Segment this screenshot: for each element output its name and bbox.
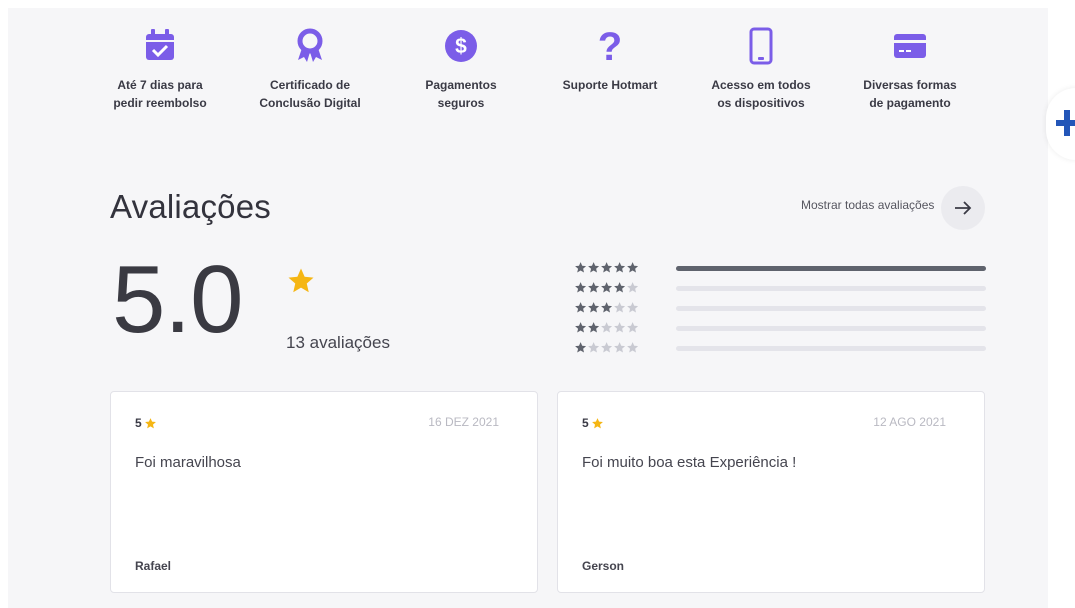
star-icon bbox=[591, 417, 603, 428]
distribution-bar bbox=[676, 266, 986, 271]
distribution-bar bbox=[676, 286, 986, 291]
stars-icon bbox=[575, 262, 639, 273]
show-all-reviews-button[interactable] bbox=[941, 186, 985, 230]
review-rating-value: 5 bbox=[135, 416, 142, 430]
award-ribbon-icon bbox=[297, 28, 323, 62]
star-icon bbox=[144, 417, 156, 428]
distribution-row-2 bbox=[574, 319, 994, 339]
feature-label: Pagamentos seguros bbox=[425, 78, 497, 110]
average-rating: 5.0 bbox=[112, 246, 243, 353]
feature-label: Acesso em todos os dispositivos bbox=[711, 78, 811, 110]
stars-icon bbox=[575, 282, 639, 293]
review-rating: 5 bbox=[135, 416, 157, 430]
feature-label: Diversas formas de pagamento bbox=[863, 78, 957, 110]
smartphone-icon bbox=[749, 27, 773, 65]
svg-text:?: ? bbox=[598, 26, 622, 66]
feature-secure-payment: $ Pagamentos seguros bbox=[386, 26, 536, 112]
stars-icon bbox=[575, 322, 639, 333]
distribution-bar-fill bbox=[676, 266, 986, 271]
feature-payment-methods: Diversas formas de pagamento bbox=[835, 26, 985, 112]
reviews-count: 13 avaliações bbox=[286, 333, 390, 352]
arrow-right-icon bbox=[955, 201, 972, 215]
calendar-check-icon bbox=[146, 29, 174, 60]
review-date: 12 AGO 2021 bbox=[873, 415, 946, 429]
credit-card-icon bbox=[894, 34, 926, 58]
distribution-row-4 bbox=[574, 279, 994, 299]
plus-logo-icon bbox=[1056, 110, 1075, 136]
feature-label: Até 7 dias para pedir reembolso bbox=[113, 78, 207, 110]
review-rating: 5 bbox=[582, 416, 604, 430]
review-author: Gerson bbox=[582, 559, 625, 573]
feature-label: Certificado de Conclusão Digital bbox=[259, 78, 361, 110]
feature-all-devices: Acesso em todos os dispositivos bbox=[686, 26, 836, 112]
rating-distribution bbox=[574, 259, 994, 359]
distribution-row-5 bbox=[574, 259, 994, 279]
distribution-row-1 bbox=[574, 339, 994, 359]
distribution-bar bbox=[676, 326, 986, 331]
distribution-row-3 bbox=[574, 299, 994, 319]
question-mark-icon: ? bbox=[598, 26, 622, 66]
floating-help-widget[interactable] bbox=[1046, 88, 1075, 160]
stars-icon bbox=[575, 302, 639, 313]
feature-refund: Até 7 dias para pedir reembolso bbox=[85, 26, 235, 112]
review-text: Foi maravilhosa bbox=[135, 454, 241, 471]
show-all-reviews-link[interactable]: Mostrar todas avaliações bbox=[801, 198, 934, 212]
review-rating-value: 5 bbox=[582, 416, 589, 430]
star-icon bbox=[288, 268, 314, 293]
dollar-coin-icon: $ bbox=[445, 30, 477, 62]
page-content: Até 7 dias para pedir reembolso Certific… bbox=[8, 8, 1048, 608]
stars-icon bbox=[575, 342, 639, 353]
review-date: 16 DEZ 2021 bbox=[428, 415, 499, 429]
feature-support: ? Suporte Hotmart bbox=[535, 26, 685, 94]
review-author: Rafael bbox=[135, 559, 172, 573]
distribution-bar bbox=[676, 306, 986, 311]
review-card: 5 16 DEZ 2021 Foi maravilhosa Rafael bbox=[110, 391, 538, 593]
feature-label: Suporte Hotmart bbox=[562, 78, 658, 92]
review-card: 5 12 AGO 2021 Foi muito boa esta Experiê… bbox=[557, 391, 985, 593]
features-row: Até 7 dias para pedir reembolso Certific… bbox=[8, 26, 1048, 136]
reviews-title: Avaliações bbox=[110, 188, 271, 225]
feature-certificate: Certificado de Conclusão Digital bbox=[235, 26, 385, 112]
distribution-bar bbox=[676, 346, 986, 351]
review-text: Foi muito boa esta Experiência ! bbox=[582, 454, 797, 471]
svg-text:$: $ bbox=[455, 35, 467, 58]
